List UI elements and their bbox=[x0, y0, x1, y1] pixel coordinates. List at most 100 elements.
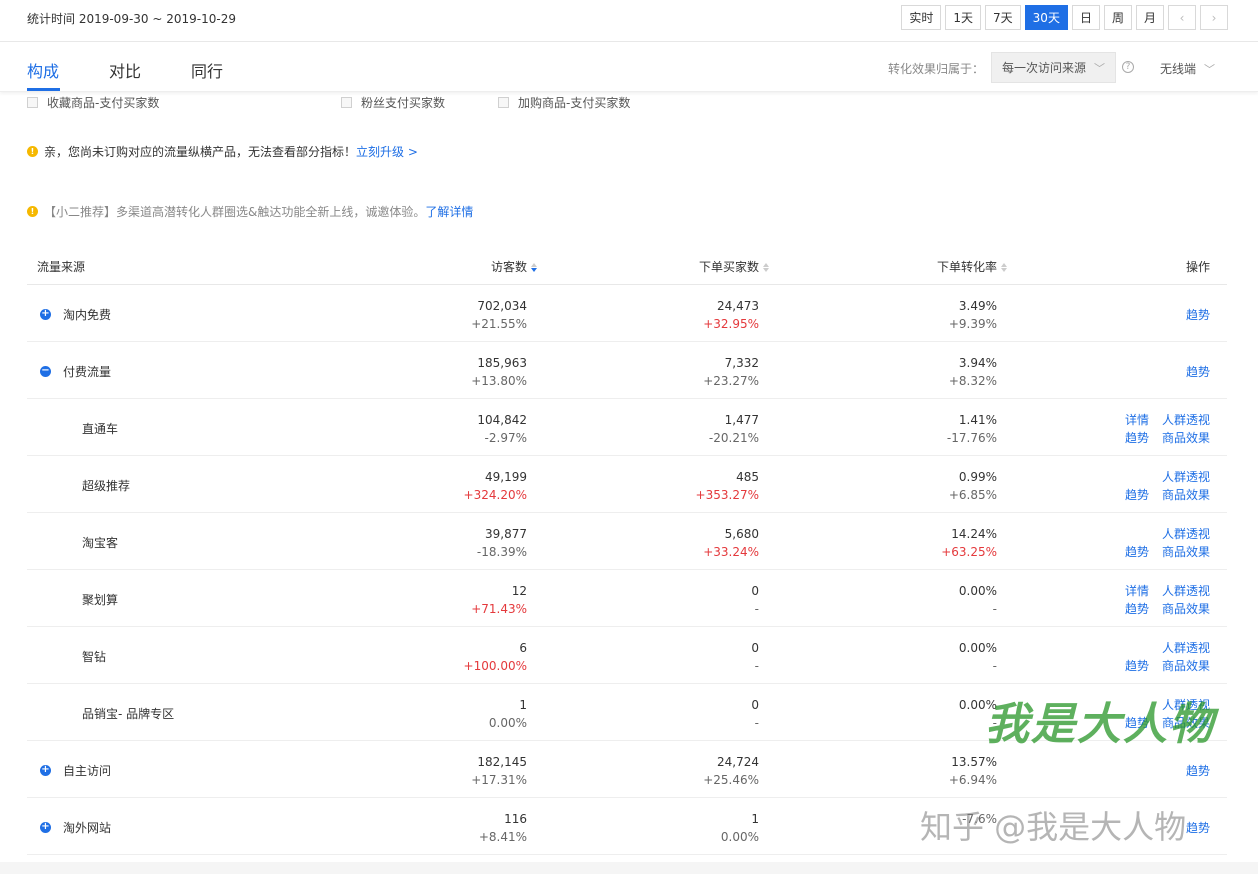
period-button[interactable]: 7天 bbox=[985, 5, 1021, 30]
action-link[interactable]: 趋势 bbox=[1125, 429, 1149, 446]
action-link[interactable]: 商品效果 bbox=[1162, 714, 1210, 731]
visitors-change: -2.97% bbox=[484, 431, 527, 445]
tab-composition[interactable]: 构成 bbox=[27, 58, 59, 82]
rate-value: 14.24% bbox=[951, 527, 997, 541]
trend-link[interactable]: 趋势 bbox=[1186, 306, 1210, 323]
promo-link[interactable]: 了解详情 bbox=[425, 203, 473, 220]
action-link[interactable]: 人群透视 bbox=[1162, 525, 1210, 542]
tab-peers[interactable]: 同行 bbox=[191, 58, 223, 82]
action-link[interactable]: 趋势 bbox=[1125, 714, 1149, 731]
action-link[interactable]: 人群透视 bbox=[1162, 411, 1210, 428]
period-button[interactable]: 日 bbox=[1071, 5, 1100, 30]
visitors-change: +17.31% bbox=[471, 773, 527, 787]
action-link[interactable]: 趋势 bbox=[1125, 600, 1149, 617]
collapse-icon[interactable]: − bbox=[40, 366, 51, 377]
header-buyers[interactable]: 下单买家数 bbox=[699, 258, 771, 275]
checkbox-favorite-buyers[interactable]: 收藏商品-支付买家数 bbox=[27, 94, 159, 111]
traffic-source-table: 流量来源 访客数 下单买家数 下单转化率 操作 + 淘内免费 702,034 +21.… bbox=[27, 245, 1227, 855]
expand-icon[interactable]: + bbox=[40, 765, 51, 776]
source-cell: 聚划算 bbox=[82, 591, 118, 608]
table-row: 品销宝- 品牌专区 1 0.00% 0-0.00% - 人群透视 趋势 商品效果 bbox=[27, 684, 1227, 741]
action-link[interactable]: 商品效果 bbox=[1162, 600, 1210, 617]
period-button[interactable]: 周 bbox=[1103, 5, 1132, 30]
action-link[interactable]: 人群透视 bbox=[1162, 639, 1210, 656]
device-select[interactable]: 无线端 ﹀ bbox=[1160, 60, 1215, 77]
action-link[interactable]: 趋势 bbox=[1125, 543, 1149, 560]
row-actions: 趋势 bbox=[1110, 297, 1210, 333]
table-row: 淘宝客 39,877 -18.39% 5,680 +33.24% 14.24% +63.25… bbox=[27, 513, 1227, 570]
sort-icon bbox=[763, 263, 771, 272]
visitors-value: 49,199 bbox=[485, 470, 527, 484]
period-button[interactable]: 实时 bbox=[901, 5, 942, 30]
trend-link[interactable]: 趋势 bbox=[1186, 363, 1210, 380]
device-select-value: 无线端 bbox=[1160, 62, 1197, 76]
buyers-cell: 1,477 -20.21% bbox=[709, 411, 759, 447]
buyers-value: 7,332 bbox=[724, 356, 759, 370]
help-icon[interactable]: ? bbox=[1122, 61, 1134, 73]
buyers-cell: 24,473 +32.95% bbox=[703, 297, 759, 333]
action-link[interactable]: 趋势 bbox=[1125, 486, 1149, 503]
visitors-value: 182,145 bbox=[477, 755, 527, 769]
buyers-change: - bbox=[754, 659, 759, 673]
expand-icon[interactable]: + bbox=[40, 822, 51, 833]
rate-value: 3.49% bbox=[958, 299, 997, 313]
visitors-change: +100.00% bbox=[463, 659, 527, 673]
tab-bar: 构成 对比 同行 转化效果归属于： 每一次访问来源 ﹀ ? 无线端 ﹀ bbox=[0, 42, 1258, 92]
header-ops: 操作 bbox=[1185, 260, 1210, 274]
source-name: 自主访问 bbox=[63, 764, 112, 778]
action-link[interactable]: 详情 bbox=[1125, 411, 1149, 428]
period-button[interactable]: 30天 bbox=[1024, 5, 1068, 30]
visitors-cell: 39,877 -18.39% bbox=[477, 525, 527, 561]
action-link[interactable]: 人群透视 bbox=[1162, 468, 1210, 485]
header-visitors[interactable]: 访客数 bbox=[491, 258, 539, 275]
table-row: 超级推荐 49,199 +324.20% 485 +353.27% 0.99% +6.85%… bbox=[27, 456, 1227, 513]
action-link[interactable]: 商品效果 bbox=[1162, 657, 1210, 674]
source-cell: 品销宝- 品牌专区 bbox=[82, 705, 174, 722]
buyers-change: +23.27% bbox=[703, 374, 759, 388]
action-link[interactable]: 趋势 bbox=[1125, 657, 1149, 674]
visitors-value: 104,842 bbox=[477, 413, 527, 427]
action-link[interactable]: 详情 bbox=[1125, 582, 1149, 599]
source-name: 聚划算 bbox=[82, 593, 119, 607]
source-name: 付费流量 bbox=[63, 365, 112, 379]
checkbox-fan-buyers[interactable]: 粉丝支付买家数 bbox=[341, 94, 445, 111]
action-link[interactable]: 商品效果 bbox=[1162, 543, 1210, 560]
trend-link[interactable]: 趋势 bbox=[1186, 762, 1210, 779]
expand-icon[interactable]: + bbox=[40, 309, 51, 320]
visitors-change: +21.55% bbox=[471, 317, 527, 331]
warning-icon: ! bbox=[27, 146, 38, 157]
active-tab-indicator bbox=[27, 88, 60, 91]
rate-cell: 0.00% - bbox=[959, 696, 997, 732]
action-link[interactable]: 商品效果 bbox=[1162, 486, 1210, 503]
visitors-value: 39,877 bbox=[485, 527, 527, 541]
source-name: 淘内免费 bbox=[63, 308, 112, 322]
row-actions: 人群透视 趋势 商品效果 bbox=[1110, 468, 1210, 504]
checkbox-cart-buyers[interactable]: 加购商品-支付买家数 bbox=[498, 94, 630, 111]
rate-change: +9.39% bbox=[948, 317, 997, 331]
source-cell: + 淘外网站 bbox=[40, 819, 111, 836]
checkbox-box bbox=[341, 97, 352, 108]
period-button[interactable]: 1天 bbox=[945, 5, 982, 30]
metric-checkboxes: 收藏商品-支付买家数 粉丝支付买家数 加购商品-支付买家数 bbox=[0, 94, 1258, 110]
rate-change: +6.94% bbox=[948, 773, 997, 787]
buyers-change: +32.95% bbox=[703, 317, 759, 331]
rate-cell: 0.00% - bbox=[959, 639, 997, 675]
header-rate[interactable]: 下单转化率 bbox=[937, 258, 1009, 275]
action-link[interactable]: 人群透视 bbox=[1162, 696, 1210, 713]
source-cell: + 自主访问 bbox=[40, 762, 111, 779]
trend-link[interactable]: 趋势 bbox=[1186, 819, 1210, 836]
action-link[interactable]: 商品效果 bbox=[1162, 429, 1210, 446]
tab-compare[interactable]: 对比 bbox=[109, 58, 141, 82]
period-button[interactable]: 月 bbox=[1135, 5, 1164, 30]
chevron-left-icon[interactable]: ‹ bbox=[1168, 5, 1196, 30]
chevron-right-icon[interactable]: › bbox=[1200, 5, 1228, 30]
row-actions: 详情 人群透视 趋势 商品效果 bbox=[1110, 582, 1210, 618]
upgrade-notice: ! 亲，您尚未订购对应的流量纵横产品，无法查看部分指标！ 立刻升级 > bbox=[27, 143, 418, 160]
action-link[interactable]: 人群透视 bbox=[1162, 582, 1210, 599]
rate-value: 0.00% bbox=[958, 641, 997, 655]
rate-change: +8.32% bbox=[948, 374, 997, 388]
upgrade-link[interactable]: 立刻升级 > bbox=[356, 143, 418, 160]
attribution-select[interactable]: 每一次访问来源 ﹀ bbox=[991, 52, 1116, 83]
date-range: 统计时间 2019-09-30 ~ 2019-10-29 bbox=[27, 12, 236, 26]
buyers-value: 24,473 bbox=[717, 299, 759, 313]
